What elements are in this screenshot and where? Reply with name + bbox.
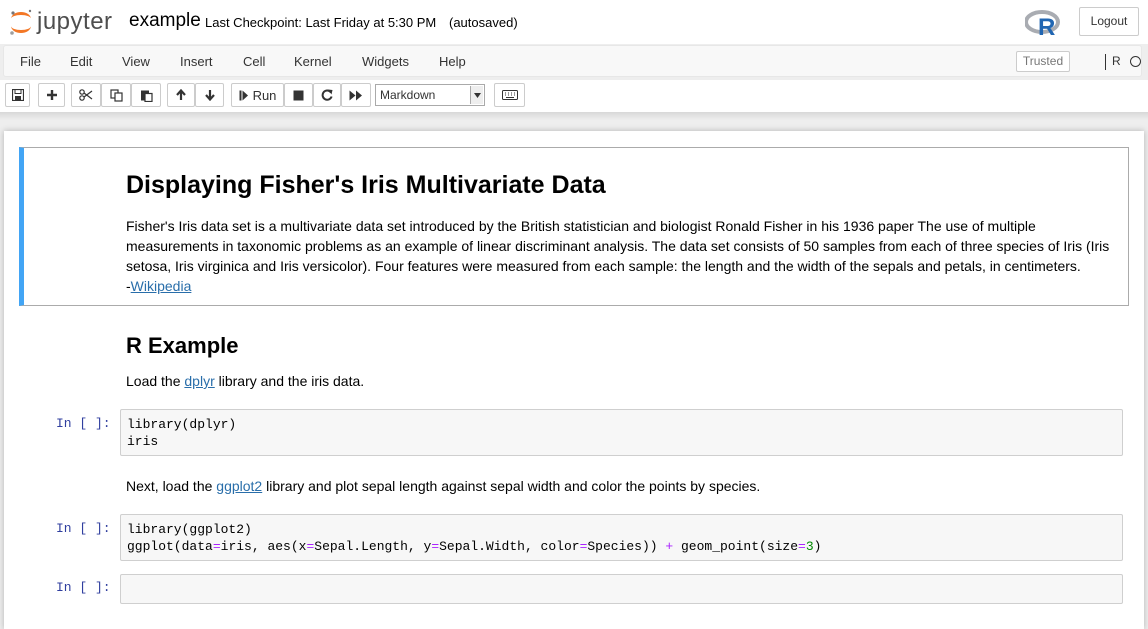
save-icon [11, 89, 24, 101]
step-forward-icon [239, 90, 248, 100]
chevron-down-icon [470, 86, 483, 104]
insert-cell-button[interactable] [38, 83, 65, 107]
r-logo-icon: R [1024, 10, 1060, 41]
move-up-button[interactable] [167, 83, 195, 107]
intro-line-1: Fisher's Iris data set is a multivariate… [126, 218, 1036, 234]
code-cell-2-prompt: In [ ]: [56, 521, 111, 536]
code-1-line-1: library(dplyr) [127, 417, 237, 432]
code-2-seg-c: Sepal.Length, y [314, 539, 432, 554]
code-2-op-1: = [212, 539, 221, 554]
move-down-button[interactable] [195, 83, 224, 107]
arrow-up-icon [176, 89, 186, 100]
plus-icon [46, 90, 57, 100]
load-ggplot-text: Next, load the ggplot2 library and plot … [126, 476, 1121, 496]
autosave-status: (autosaved) [449, 15, 518, 30]
run-label: Run [252, 87, 277, 103]
code-cell-1-input[interactable]: library(dplyr) iris [120, 409, 1123, 456]
copy-icon [109, 88, 123, 102]
load-text-after: library and the iris data. [214, 373, 365, 389]
restart-icon [321, 89, 333, 101]
kernel-idle-indicator-icon [1130, 56, 1141, 67]
r-kernel-logo: R [1024, 8, 1061, 41]
notebook-name[interactable]: example [129, 10, 201, 32]
kernel-name: R [1112, 54, 1121, 68]
logo-text: jupyter [37, 8, 113, 35]
interrupt-button[interactable] [284, 83, 313, 107]
intro-line-2: measurements in taxonomic problems as an… [126, 238, 1110, 254]
code-2-seg-f: geom_point(size [673, 539, 799, 554]
code-1-line-2: iris [127, 434, 159, 449]
restart-run-all-button[interactable] [341, 83, 371, 107]
menu-edit[interactable]: Edit [70, 54, 92, 69]
code-2-line-1: library(ggplot2) [127, 522, 252, 537]
run-button[interactable]: Run [231, 83, 284, 107]
menu-cell[interactable]: Cell [243, 54, 265, 69]
code-cell-1-prompt: In [ ]: [56, 416, 111, 431]
load-dplyr-text: Load the dplyr library and the iris data… [126, 371, 1121, 391]
fast-forward-icon [349, 90, 362, 100]
next-text-after: library and plot sepal length against se… [262, 478, 761, 494]
toolbar: Run Markdown [0, 80, 1148, 112]
next-text-before: Next, load the [126, 478, 217, 494]
intro-title: Displaying Fisher's Iris Multivariate Da… [126, 171, 606, 199]
paste-icon [140, 90, 153, 102]
menu-widgets[interactable]: Widgets [362, 54, 409, 69]
code-2-num: 3 [805, 539, 814, 554]
code-2-seg-e: Species)) [587, 539, 666, 554]
code-cell-2-input[interactable]: library(ggplot2) ggplot(data=iris, aes(x=… [120, 514, 1123, 561]
menu-insert[interactable]: Insert [180, 54, 213, 69]
stop-icon [293, 90, 304, 100]
cell-type-select[interactable]: Markdown [375, 84, 485, 106]
cell-type-value: Markdown [380, 88, 436, 102]
kernel-separator [1105, 54, 1106, 70]
trusted-indicator[interactable]: Trusted [1016, 51, 1070, 72]
jupyter-logo[interactable]: jupyter [8, 7, 118, 37]
cut-button[interactable] [71, 83, 101, 107]
menu-kernel[interactable]: Kernel [294, 54, 332, 69]
code-2-line-2: ggplot(data=iris, aes(x=Sepal.Length, y=… [127, 538, 1116, 555]
code-cell-3-prompt: In [ ]: [56, 580, 111, 595]
menubar: File Edit View Insert Cell Kernel Widget… [3, 45, 1142, 77]
paste-button[interactable] [131, 83, 161, 107]
wikipedia-link[interactable]: Wikipedia [131, 278, 192, 294]
jupyter-logo-icon [10, 9, 32, 35]
intro-line-4: -Wikipedia [126, 276, 1121, 296]
ggplot2-link[interactable]: ggplot2 [216, 478, 262, 494]
checkpoint-status: Last Checkpoint: Last Friday at 5:30 PM [205, 15, 437, 30]
copy-button[interactable] [101, 83, 131, 107]
keyboard-icon [501, 90, 518, 100]
intro-paragraph: Fisher's Iris data set is a multivariate… [126, 216, 1121, 296]
arrow-down-icon [204, 90, 215, 101]
restart-button[interactable] [313, 83, 341, 107]
menu-help[interactable]: Help [439, 54, 466, 69]
menu-view[interactable]: View [122, 54, 150, 69]
code-2-seg-b: iris, aes(x [220, 539, 307, 554]
code-cell-3-input[interactable] [120, 574, 1123, 604]
command-palette-button[interactable] [494, 83, 525, 107]
code-2-op-5: = [798, 539, 806, 554]
code-2-seg-d: Sepal.Width, color [439, 539, 580, 554]
code-2-seg-a: ggplot(data [127, 539, 213, 554]
code-2-op-3: = [431, 539, 440, 554]
header: jupyter example Last Checkpoint: Last Fr… [0, 0, 1148, 44]
intro-line-3: setosa, Iris virginica and Iris versicol… [126, 258, 1081, 274]
r-logo-letter: R [1038, 14, 1055, 38]
header-shadow [0, 112, 1148, 120]
load-text-before: Load the [126, 373, 185, 389]
r-example-heading: R Example [126, 333, 239, 358]
code-2-seg-g: ) [813, 539, 822, 554]
logout-button[interactable]: Logout [1079, 7, 1139, 36]
scissors-icon [79, 89, 93, 101]
save-button[interactable] [5, 83, 30, 107]
menu-file[interactable]: File [20, 54, 41, 69]
notebook-container: Displaying Fisher's Iris Multivariate Da… [4, 131, 1144, 629]
dplyr-link[interactable]: dplyr [184, 373, 214, 389]
